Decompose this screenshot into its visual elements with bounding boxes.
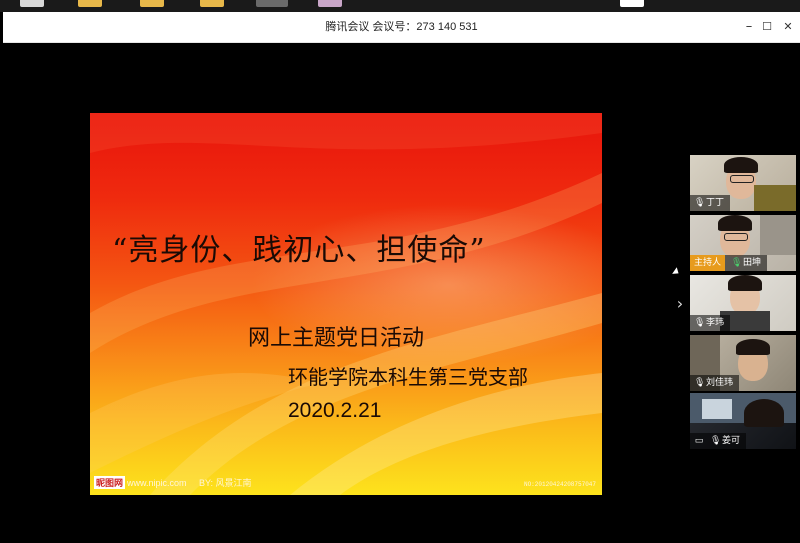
participant-name: 田坤: [743, 258, 762, 268]
collapse-panel-button[interactable]: ›: [673, 292, 687, 316]
participant-video: [744, 399, 784, 427]
app-icon[interactable]: [256, 0, 288, 7]
watermark: 昵图网 www.nipic.com BY: 风景江南: [94, 476, 252, 489]
host-badge: 主持人: [690, 255, 726, 271]
participant-name: 刘佳玮: [706, 378, 734, 388]
desktop-icon[interactable]: [20, 0, 44, 7]
participant-video: [702, 399, 732, 419]
participant-tile[interactable]: 🎙李玮: [690, 275, 796, 331]
participant-video: [736, 339, 770, 355]
participant-video: [718, 215, 752, 231]
watermark-author: BY: 风景江南: [199, 478, 252, 488]
watermark-site: www.nipic.com: [127, 478, 187, 488]
shared-screen-slide: “亮身份、践初心、担使命” 网上主题党日活动 环能学院本科生第三党支部 2020…: [90, 113, 602, 495]
participant-name-bar: ▭ 🎙姜可: [690, 433, 747, 449]
app-icon[interactable]: [318, 0, 342, 7]
folder-icon[interactable]: [140, 0, 164, 7]
watermark-logo: 昵图网: [94, 476, 126, 489]
close-icon: ✕: [783, 20, 793, 33]
participant-tile[interactable]: ▭ 🎙姜可: [690, 393, 796, 449]
participant-video: [728, 275, 762, 291]
participant-video: [724, 233, 748, 241]
folder-icon[interactable]: [200, 0, 224, 7]
participant-name-bar: 🎙刘佳玮: [690, 375, 740, 391]
mic-muted-icon: 🎙: [694, 318, 706, 328]
participant-video: [724, 157, 758, 173]
desktop-taskbar-strip: [0, 0, 800, 12]
mic-active-icon: 🎙: [731, 258, 743, 268]
mic-muted-icon: 🎙: [710, 436, 722, 446]
slide-title: “亮身份、践初心、担使命”: [112, 233, 486, 268]
participant-name-bar: 🎙丁丁: [690, 195, 731, 211]
participant-name-bar: 主持人 🎙田坤: [690, 255, 768, 271]
participant-name: 丁丁: [706, 198, 725, 208]
participant-tile[interactable]: 🎙丁丁: [690, 155, 796, 211]
maximize-icon: ☐: [762, 20, 772, 33]
participant-name: 李玮: [706, 318, 725, 328]
participant-name: 姜可: [722, 436, 741, 446]
watermark-id: NO:20120424208757047: [523, 481, 596, 488]
slide-date: 2020.2.21: [288, 399, 382, 422]
chevron-right-icon: ›: [676, 294, 684, 313]
mouse-cursor-icon: [672, 267, 681, 277]
mic-muted-icon: 🎙: [694, 378, 706, 388]
slide-organization: 环能学院本科生第三党支部: [288, 365, 528, 389]
participant-video: [730, 175, 754, 183]
slide-background-waves: [90, 113, 602, 495]
participant-name-bar: 🎙李玮: [690, 315, 731, 331]
participant-tile[interactable]: 🎙刘佳玮: [690, 335, 796, 391]
screen-share-icon: ▭: [694, 436, 704, 446]
folder-icon[interactable]: [78, 0, 102, 7]
window-title: 腾讯会议 会议号：273 140 531: [325, 21, 478, 33]
window-titlebar[interactable]: 腾讯会议 会议号：273 140 531 – ☐ ✕: [3, 12, 800, 43]
participant-video: [760, 215, 796, 255]
minimize-icon: –: [745, 19, 753, 34]
mic-icon: 🎙: [694, 198, 706, 208]
app-icon[interactable]: [620, 0, 644, 7]
close-button[interactable]: ✕: [775, 12, 800, 42]
participant-video: [754, 185, 796, 211]
participant-tile[interactable]: 主持人 🎙田坤: [690, 215, 796, 271]
slide-subtitle: 网上主题党日活动: [248, 326, 425, 351]
